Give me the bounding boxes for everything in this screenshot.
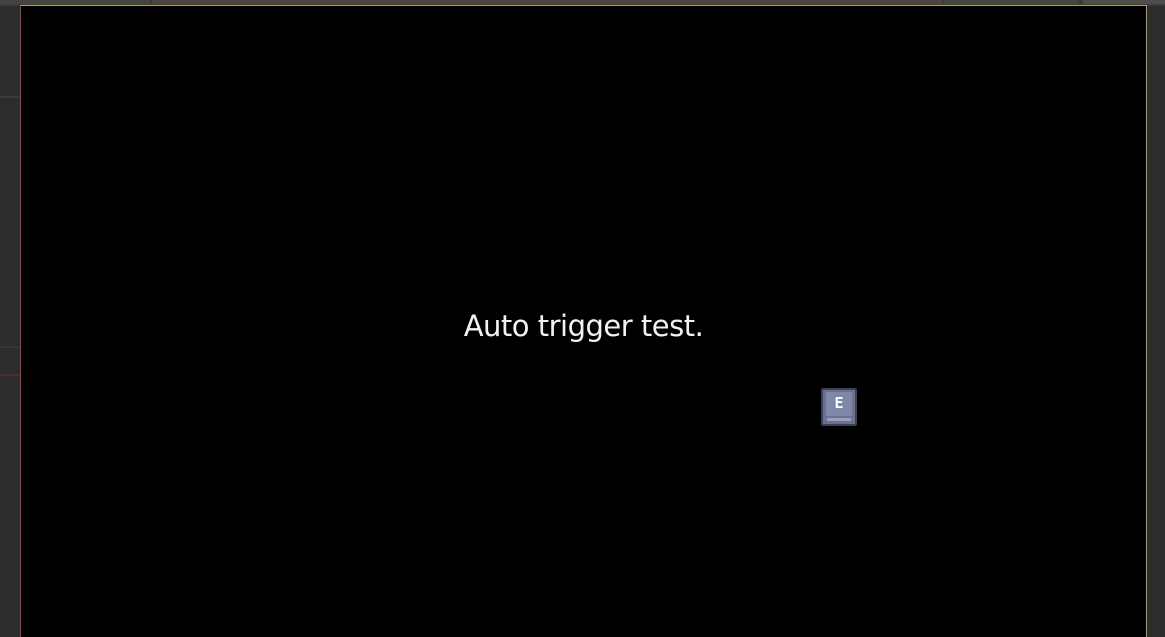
dialogue-message: Auto trigger test. xyxy=(463,309,704,343)
game-viewport[interactable]: Auto trigger test. E xyxy=(20,5,1147,637)
panel-divider xyxy=(0,346,20,348)
key-base xyxy=(827,418,851,421)
editor-tab-strip-end xyxy=(1083,0,1165,4)
panel-divider xyxy=(0,374,20,376)
editor-tab-strip-left xyxy=(0,0,150,4)
editor-tab-strip-right xyxy=(944,0,1079,4)
key-prompt-letter: E xyxy=(834,394,844,412)
editor-left-panel xyxy=(0,6,20,637)
panel-divider xyxy=(0,96,20,98)
key-face: E xyxy=(826,392,852,416)
editor-right-panel xyxy=(1148,6,1165,637)
editor-tab-strip-center xyxy=(152,0,942,4)
keyboard-key-icon: E xyxy=(821,388,857,426)
